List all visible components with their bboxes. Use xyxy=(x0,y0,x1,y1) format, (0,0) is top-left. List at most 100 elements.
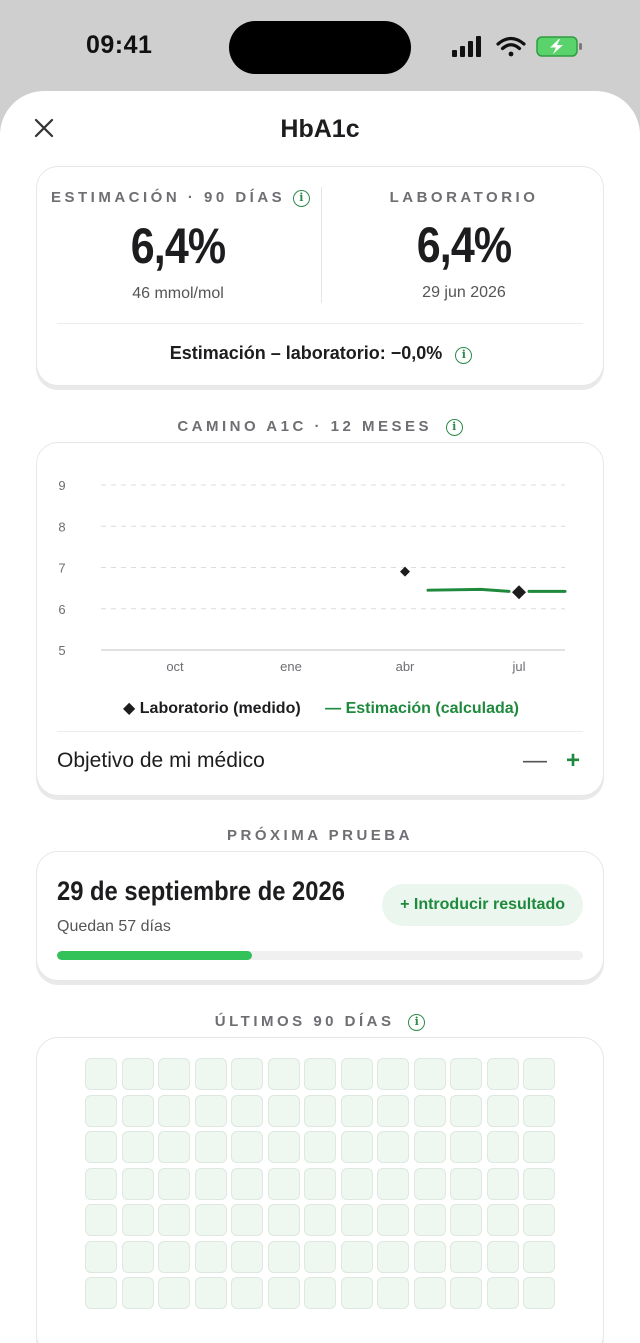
day-cell[interactable] xyxy=(450,1204,482,1236)
day-cell[interactable] xyxy=(194,1240,227,1273)
day-cell[interactable] xyxy=(523,1167,555,1200)
day-cell[interactable] xyxy=(304,1167,336,1200)
day-cell[interactable] xyxy=(523,1240,555,1273)
day-cell[interactable] xyxy=(450,1240,482,1273)
day-cell[interactable] xyxy=(231,1094,263,1127)
info-icon[interactable]: i xyxy=(292,190,310,207)
day-cell[interactable] xyxy=(194,1167,227,1200)
day-cell[interactable] xyxy=(413,1277,446,1309)
day-cell[interactable] xyxy=(377,1167,409,1200)
day-cell[interactable] xyxy=(450,1094,482,1127)
day-cell[interactable] xyxy=(450,1058,482,1090)
day-cell[interactable] xyxy=(85,1167,117,1200)
day-cell[interactable] xyxy=(304,1240,336,1273)
day-cell[interactable] xyxy=(486,1240,519,1273)
day-cell[interactable] xyxy=(121,1167,154,1200)
day-cell[interactable] xyxy=(158,1094,190,1127)
day-cell[interactable] xyxy=(304,1094,336,1127)
day-cell[interactable] xyxy=(194,1131,227,1163)
day-cell[interactable] xyxy=(304,1058,336,1090)
day-cell[interactable] xyxy=(121,1131,154,1163)
day-cell[interactable] xyxy=(304,1204,336,1236)
day-cell[interactable] xyxy=(377,1204,409,1236)
day-cell[interactable] xyxy=(267,1167,300,1200)
day-cell[interactable] xyxy=(194,1094,227,1127)
day-cell[interactable] xyxy=(304,1277,336,1309)
day-cell[interactable] xyxy=(486,1277,519,1309)
day-cell[interactable] xyxy=(121,1277,154,1309)
day-cell[interactable] xyxy=(85,1094,117,1127)
day-cell[interactable] xyxy=(523,1277,555,1309)
increase-goal-button[interactable]: + xyxy=(563,747,583,775)
day-cell[interactable] xyxy=(340,1167,373,1200)
day-cell[interactable] xyxy=(450,1167,482,1200)
day-cell[interactable] xyxy=(158,1167,190,1200)
day-cell[interactable] xyxy=(486,1131,519,1163)
day-cell[interactable] xyxy=(340,1131,373,1163)
day-cell[interactable] xyxy=(413,1131,446,1163)
day-cell[interactable] xyxy=(413,1058,446,1090)
info-icon[interactable]: i xyxy=(455,347,473,364)
day-cell[interactable] xyxy=(158,1240,190,1273)
day-cell[interactable] xyxy=(340,1240,373,1273)
decrease-goal-button[interactable]: — xyxy=(523,747,547,775)
day-cell[interactable] xyxy=(267,1204,300,1236)
day-cell[interactable] xyxy=(523,1094,555,1127)
day-cell[interactable] xyxy=(158,1058,190,1090)
day-cell[interactable] xyxy=(523,1204,555,1236)
day-cell[interactable] xyxy=(486,1167,519,1200)
day-cell[interactable] xyxy=(231,1204,263,1236)
day-cell[interactable] xyxy=(158,1204,190,1236)
day-cell[interactable] xyxy=(267,1094,300,1127)
day-cell[interactable] xyxy=(121,1094,154,1127)
day-cell[interactable] xyxy=(450,1131,482,1163)
day-cell[interactable] xyxy=(486,1058,519,1090)
day-cell[interactable] xyxy=(85,1058,117,1090)
day-cell[interactable] xyxy=(85,1131,117,1163)
day-cell[interactable] xyxy=(85,1240,117,1273)
day-cell[interactable] xyxy=(523,1058,555,1090)
day-cell[interactable] xyxy=(231,1277,263,1309)
info-icon[interactable]: i xyxy=(445,419,463,436)
progress-fill xyxy=(57,951,252,960)
day-cell[interactable] xyxy=(194,1058,227,1090)
day-cell[interactable] xyxy=(194,1204,227,1236)
day-cell[interactable] xyxy=(158,1277,190,1309)
day-cell[interactable] xyxy=(486,1094,519,1127)
day-cell[interactable] xyxy=(413,1240,446,1273)
day-cell[interactable] xyxy=(267,1240,300,1273)
day-cell[interactable] xyxy=(413,1204,446,1236)
day-cell[interactable] xyxy=(121,1240,154,1273)
day-cell[interactable] xyxy=(231,1058,263,1090)
day-cell[interactable] xyxy=(231,1131,263,1163)
day-cell[interactable] xyxy=(486,1204,519,1236)
day-cell[interactable] xyxy=(523,1131,555,1163)
day-cell[interactable] xyxy=(304,1131,336,1163)
day-cell[interactable] xyxy=(231,1167,263,1200)
day-cell[interactable] xyxy=(267,1058,300,1090)
day-cell[interactable] xyxy=(194,1277,227,1309)
day-cell[interactable] xyxy=(267,1277,300,1309)
day-cell[interactable] xyxy=(377,1094,409,1127)
day-cell[interactable] xyxy=(267,1131,300,1163)
day-cell[interactable] xyxy=(413,1094,446,1127)
battery-charging-icon xyxy=(536,36,582,57)
day-cell[interactable] xyxy=(85,1277,117,1309)
day-cell[interactable] xyxy=(377,1277,409,1309)
day-cell[interactable] xyxy=(377,1240,409,1273)
day-cell[interactable] xyxy=(340,1094,373,1127)
day-cell[interactable] xyxy=(340,1277,373,1309)
info-icon[interactable]: i xyxy=(408,1014,426,1031)
day-cell[interactable] xyxy=(377,1058,409,1090)
day-cell[interactable] xyxy=(413,1167,446,1200)
day-cell[interactable] xyxy=(85,1204,117,1236)
day-cell[interactable] xyxy=(450,1277,482,1309)
day-cell[interactable] xyxy=(158,1131,190,1163)
day-cell[interactable] xyxy=(340,1204,373,1236)
day-cell[interactable] xyxy=(121,1204,154,1236)
enter-result-button[interactable]: + Introducir resultado xyxy=(382,884,583,926)
day-cell[interactable] xyxy=(231,1240,263,1273)
day-cell[interactable] xyxy=(121,1058,154,1090)
day-cell[interactable] xyxy=(340,1058,373,1090)
day-cell[interactable] xyxy=(377,1131,409,1163)
